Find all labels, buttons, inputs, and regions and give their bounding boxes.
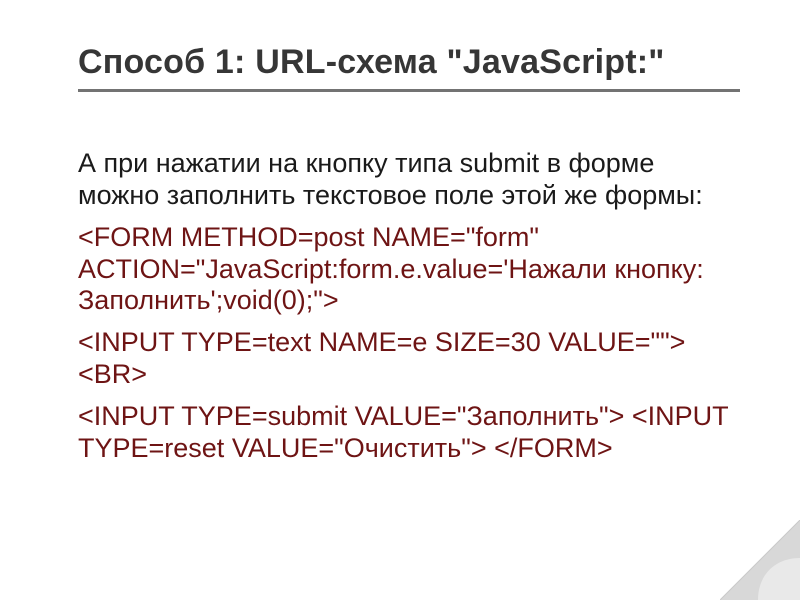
title-text: Способ 1: URL-схема "JavaScript:" xyxy=(78,43,665,81)
slide-title: Способ 1: URL-схема "JavaScript:" xyxy=(78,42,740,92)
code-line-1: <FORM METHOD=post NAME="form" ACTION="Ja… xyxy=(78,222,740,318)
title-underline xyxy=(78,89,740,92)
page-curl-icon xyxy=(720,520,800,600)
code-line-3: <INPUT TYPE=submit VALUE="Заполнить"> <I… xyxy=(78,401,740,465)
slide: Способ 1: URL-схема "JavaScript:" А при … xyxy=(0,0,800,600)
intro-text: А при нажатии на кнопку типа submit в фо… xyxy=(78,148,740,212)
slide-body: А при нажатии на кнопку типа submit в фо… xyxy=(78,148,740,475)
code-line-2: <INPUT TYPE=text NAME=e SIZE=30 VALUE=""… xyxy=(78,327,740,391)
